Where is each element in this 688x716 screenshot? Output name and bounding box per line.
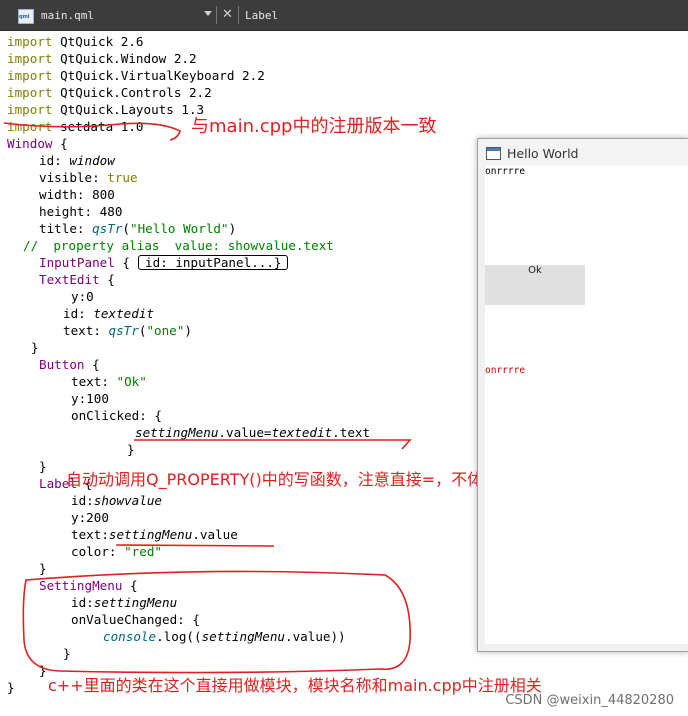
qml-file-icon: [18, 9, 34, 24]
code-line: id:settingMenu: [71, 595, 178, 610]
code-line: }: [39, 663, 47, 678]
window-icon: [486, 147, 501, 160]
window-titlebar[interactable]: Hello World: [478, 139, 688, 166]
code-line: onClicked: {: [71, 408, 162, 423]
code-line: }: [39, 459, 47, 474]
window-client-area: onrrrre Ok onrrrre: [485, 166, 688, 644]
code-line: onValueChanged: {: [71, 612, 200, 627]
editor-tab-bar: main.qml ✕ Label: [0, 0, 688, 31]
ok-button[interactable]: Ok: [485, 265, 585, 305]
code-line: y:200: [71, 510, 109, 525]
code-line: import setdata 1.0: [7, 119, 144, 134]
code-line: text:settingMenu.value: [71, 527, 238, 542]
code-line: y:100: [71, 391, 109, 406]
watermark: CSDN @weixin_44820280: [505, 693, 674, 708]
code-line: settingMenu.value=textedit.text: [135, 425, 371, 440]
code-line: title: qsTr("Hello World"): [39, 221, 237, 236]
code-line: color: "red": [71, 544, 162, 559]
code-line: id: window: [39, 153, 115, 168]
close-icon[interactable]: ✕: [222, 7, 233, 22]
code-line: import QtQuick.Controls 2.2: [7, 85, 212, 100]
code-line: y:0: [71, 289, 94, 304]
code-line: }: [7, 680, 15, 695]
annotation-version-note: 与main.cpp中的注册版本一致: [191, 116, 437, 137]
code-line: }: [127, 442, 135, 457]
code-line: Window {: [7, 136, 68, 151]
code-line: import QtQuick 2.6: [7, 34, 144, 49]
code-line: }: [63, 646, 71, 661]
code-line: text: qsTr("one"): [63, 323, 192, 338]
text-edit[interactable]: onrrrre: [485, 166, 525, 177]
code-line: Button {: [39, 357, 100, 372]
code-line: }: [39, 561, 47, 576]
code-line: console.log((settingMenu.value)): [103, 629, 346, 644]
tab-divider: [238, 6, 239, 24]
code-comment: // property alias value: showvalue.text: [23, 238, 334, 253]
chevron-down-icon[interactable]: [204, 11, 212, 16]
code-line: id:showvalue: [71, 493, 162, 508]
code-line: height: 480: [39, 204, 123, 219]
symbol-selector[interactable]: Label: [245, 9, 278, 22]
code-line: import QtQuick.Layouts 1.3: [7, 102, 205, 117]
code-line: id: textedit: [63, 306, 155, 321]
code-line: visible: true: [39, 170, 138, 185]
hello-world-window: Hello World onrrrre Ok onrrrre: [477, 138, 688, 652]
code-line: SettingMenu {: [39, 578, 138, 593]
code-line: import QtQuick.Window 2.2: [7, 51, 197, 66]
window-title: Hello World: [507, 146, 579, 161]
folded-block[interactable]: id: inputPanel...}: [138, 255, 289, 270]
code-line: text: "Ok": [71, 374, 147, 389]
value-label: onrrrre: [485, 365, 526, 376]
file-tab[interactable]: main.qml: [41, 9, 94, 22]
tab-divider: [216, 6, 217, 24]
code-line: width: 800: [39, 187, 115, 202]
code-line: import QtQuick.VirtualKeyboard 2.2: [7, 68, 265, 83]
code-line: InputPanel {id: inputPanel...}: [39, 254, 289, 271]
code-line: }: [31, 340, 39, 355]
annotation-module-note: c++里面的类在这个直接用做模块，模块名称和main.cpp中注册相关: [48, 676, 542, 695]
code-line: TextEdit {: [39, 272, 115, 287]
